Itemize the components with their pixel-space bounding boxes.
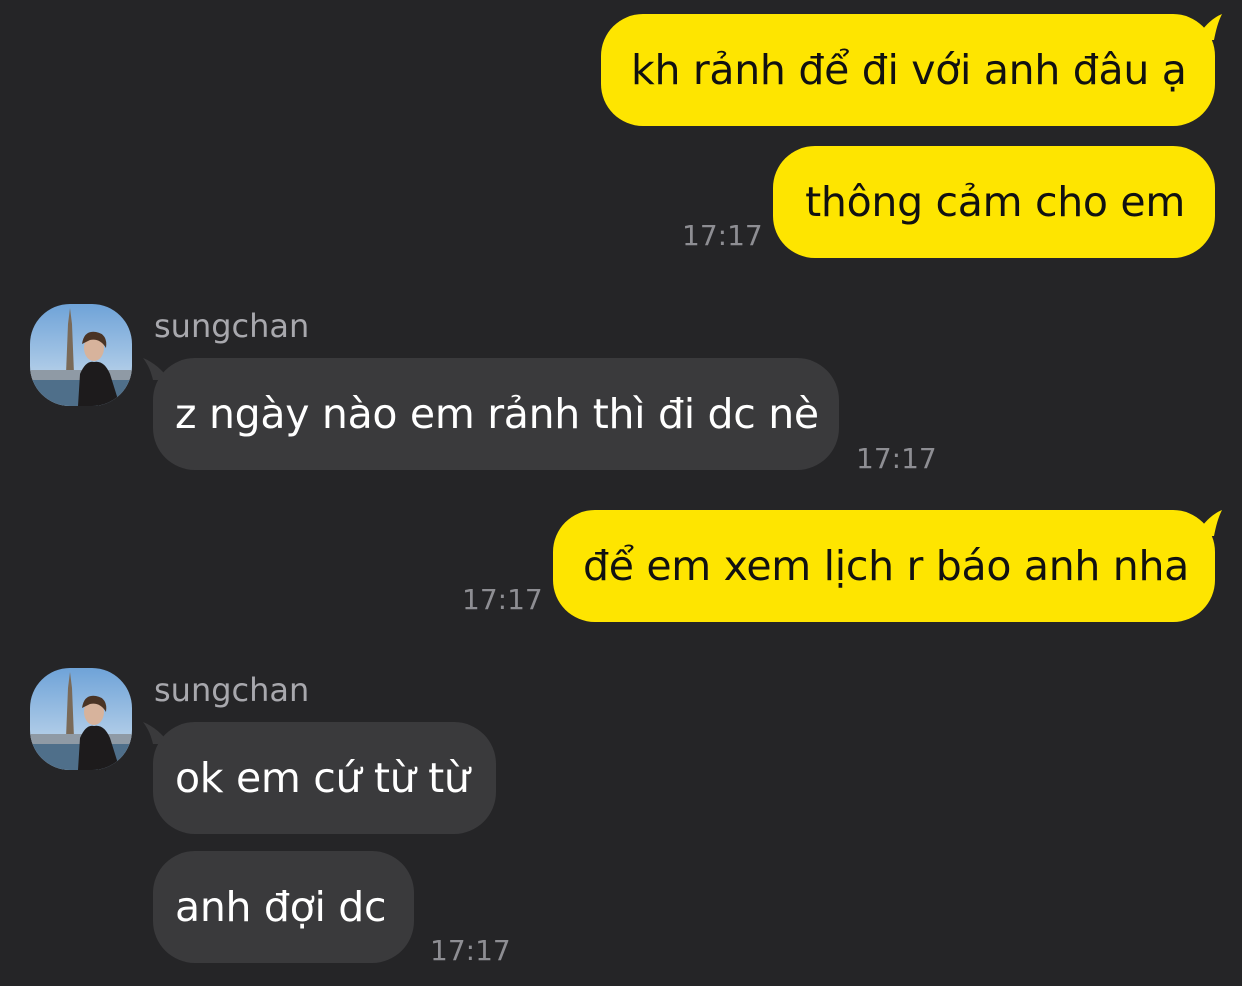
message-timestamp: 17:17 (430, 934, 511, 967)
sender-name: sungchan (154, 671, 310, 709)
incoming-message-bubble[interactable]: ok em cứ từ từ (153, 722, 496, 834)
incoming-message-bubble[interactable]: z ngày nào em rảnh thì đi dc nè (153, 358, 839, 470)
outgoing-message-bubble[interactable]: thông cảm cho em (773, 146, 1215, 258)
outgoing-message-bubble[interactable]: kh rảnh để đi với anh đâu ạ (601, 14, 1215, 126)
contact-avatar[interactable] (30, 304, 132, 406)
message-timestamp: 17:17 (856, 442, 937, 475)
message-timestamp: 17:17 (462, 583, 543, 616)
profile-photo-icon (30, 668, 132, 770)
contact-avatar[interactable] (30, 668, 132, 770)
outgoing-message-bubble[interactable]: để em xem lịch r báo anh nha (553, 510, 1215, 622)
sender-name: sungchan (154, 307, 310, 345)
profile-photo-icon (30, 304, 132, 406)
chat-message-list[interactable]: kh rảnh để đi với anh đâu ạ thông cảm ch… (0, 0, 1242, 986)
message-timestamp: 17:17 (682, 219, 763, 252)
incoming-message-bubble[interactable]: anh đợi dc (153, 851, 414, 963)
